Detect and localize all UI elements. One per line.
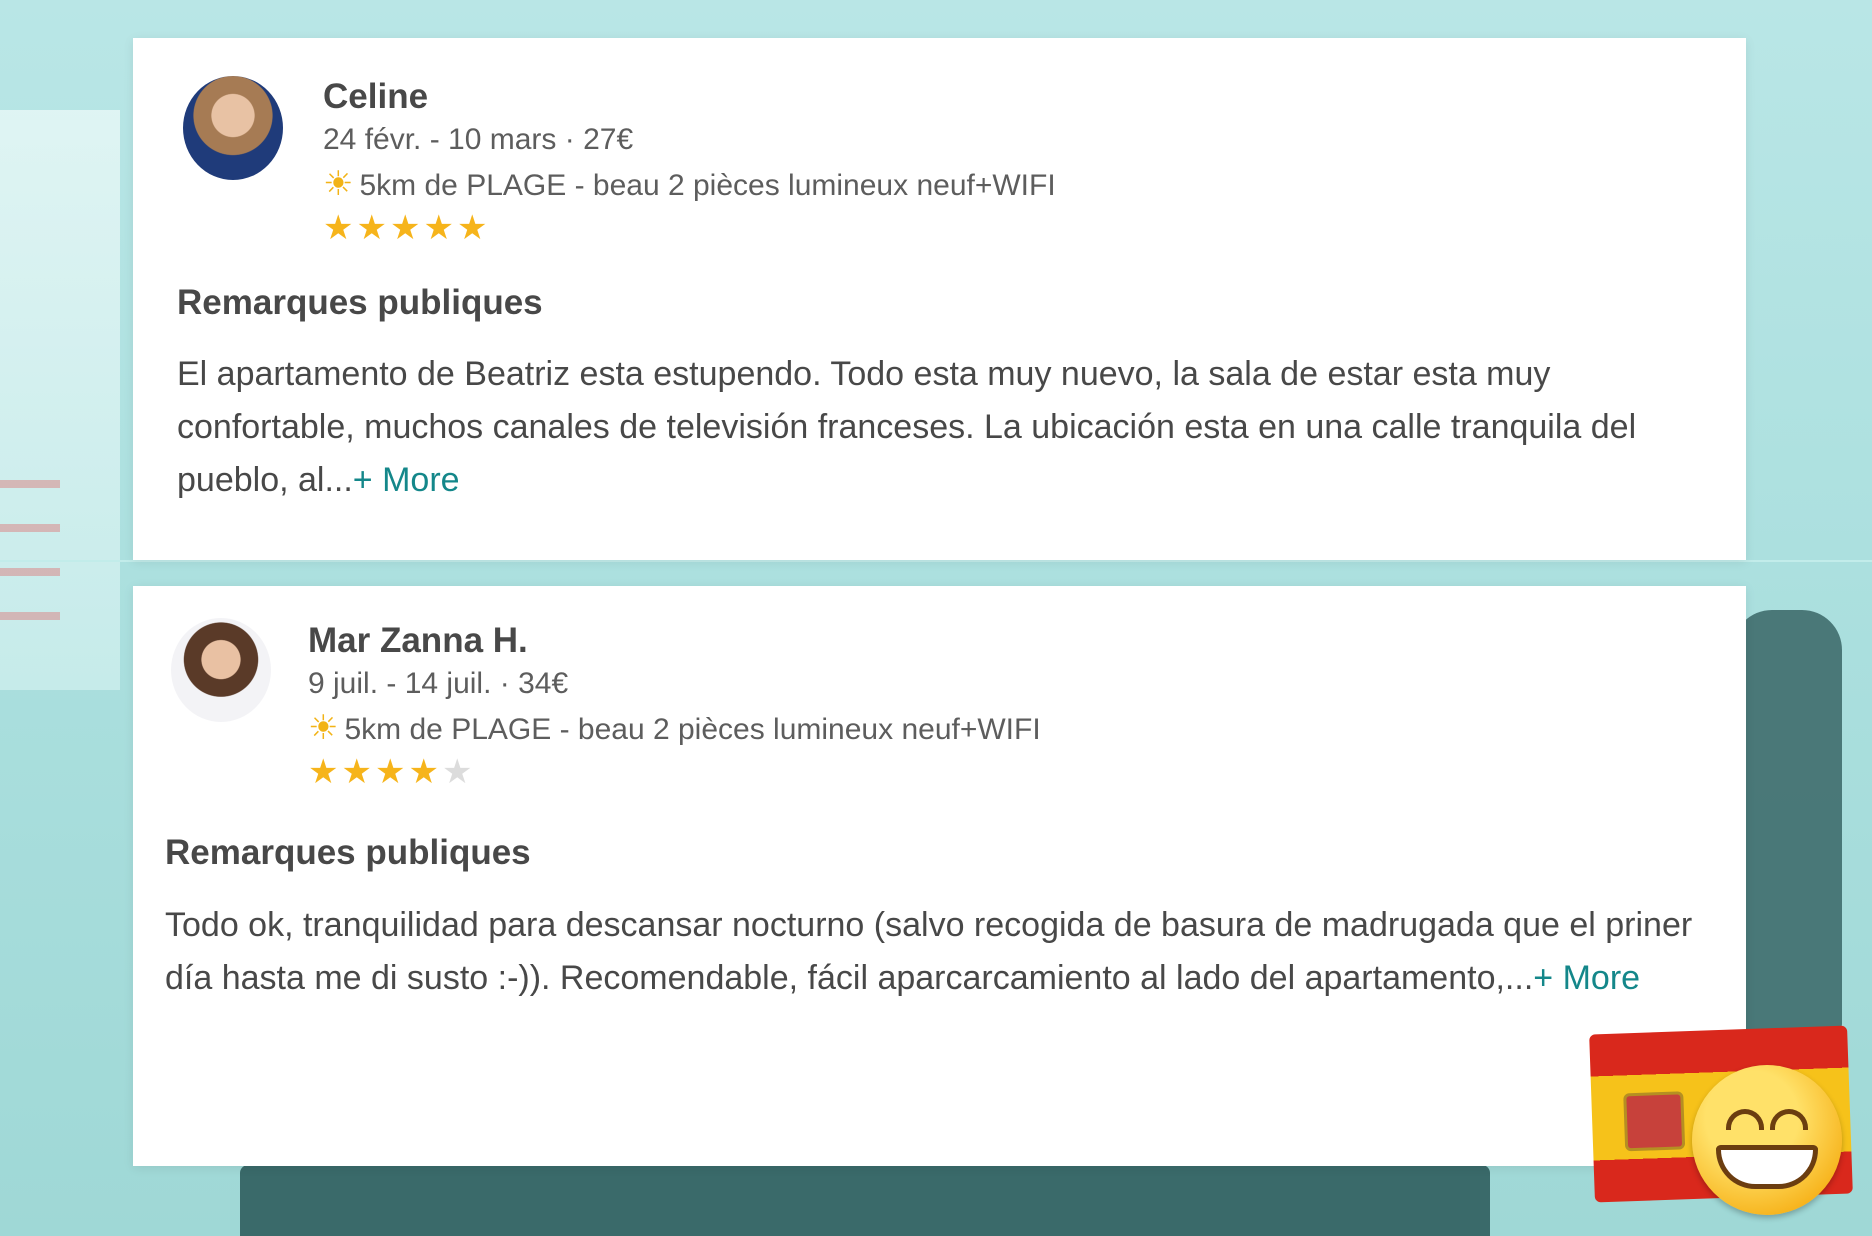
star-icon: ★ [374,753,409,791]
sun-icon: ☀ [323,165,354,203]
section-title: Remarques publiques [177,283,543,322]
background-sofa-bottom [240,1165,1490,1236]
reviewer-name[interactable]: Celine [323,76,1056,118]
review-meta: Mar Zanna H. 9 juil. - 14 juil. · 34€ ☀ 5… [308,620,1041,792]
more-link[interactable]: + More [1533,959,1640,997]
star-icon: ★ [408,753,442,791]
review-body: Todo ok, tranquilidad para descansar noc… [165,906,1693,997]
sun-icon: ☀ [308,709,339,747]
star-icon: ★ [456,209,491,247]
stickers [1589,1025,1854,1215]
listing-title[interactable]: ☀ 5km de PLAGE - beau 2 pièces lumineux n… [308,706,1041,752]
grinning-face-icon [1692,1065,1842,1215]
star-icon: ★ [389,209,424,247]
listing-title-text: 5km de PLAGE - beau 2 pièces lumineux ne… [344,713,1041,746]
avatar[interactable] [171,618,271,722]
section-title: Remarques publiques [165,833,531,872]
review-card: Mar Zanna H. 9 juil. - 14 juil. · 34€ ☀ 5… [133,586,1746,1166]
review-card: Celine 24 févr. - 10 mars · 27€ ☀ 5km de … [133,38,1746,560]
stay-dates: 24 févr. - 10 mars · 27€ [323,123,634,156]
review-text: El apartamento de Beatriz esta estupendo… [177,348,1717,507]
eye-icon [1726,1109,1764,1130]
listing-title[interactable]: ☀ 5km de PLAGE - beau 2 pièces lumineux n… [323,162,1056,208]
star-icon: ★ [341,753,375,791]
star-icon: ★ [323,209,357,247]
star-icon: ★ [308,753,342,791]
background-shelf [0,480,60,630]
background-floor-line [0,560,1872,562]
background-sofa [1732,610,1842,1030]
avatar[interactable] [183,76,283,180]
star-icon: ★ [423,209,457,247]
review-text: Todo ok, tranquilidad para descansar noc… [165,899,1705,1005]
star-rating: ★★★★★ [308,752,1041,792]
eye-icon [1770,1109,1808,1130]
star-rating: ★★★★★ [323,208,1056,248]
star-icon: ★ [356,209,390,247]
star-icon: ★ [441,753,476,791]
smile-icon [1716,1145,1818,1189]
stay-dates: 9 juil. - 14 juil. · 34€ [308,667,569,700]
review-meta: Celine 24 févr. - 10 mars · 27€ ☀ 5km de … [323,76,1056,248]
reviewer-name[interactable]: Mar Zanna H. [308,620,1041,662]
coat-of-arms-icon [1623,1091,1686,1152]
more-link[interactable]: + More [353,461,460,499]
listing-title-text: 5km de PLAGE - beau 2 pièces lumineux ne… [359,169,1056,202]
